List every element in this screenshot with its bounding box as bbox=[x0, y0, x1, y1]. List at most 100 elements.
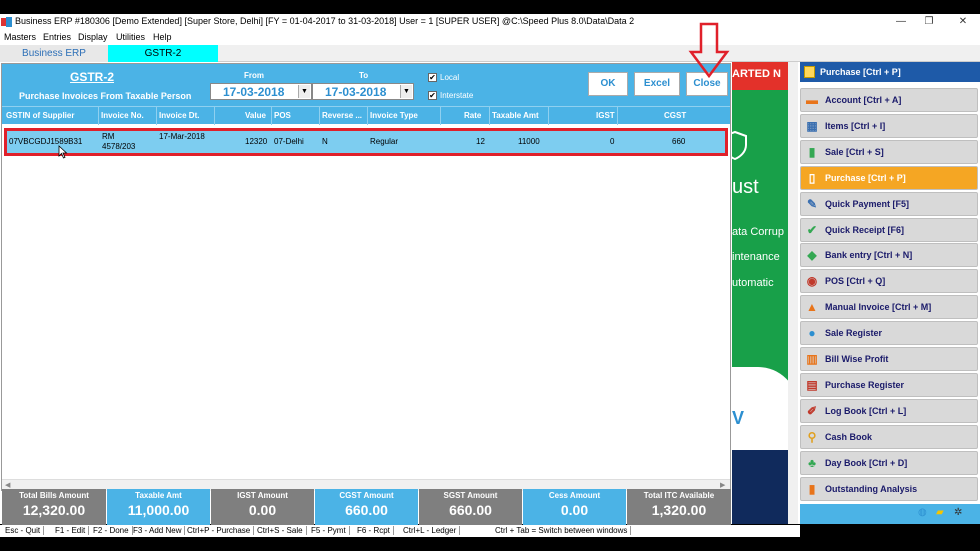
day-book-icon: ♣ bbox=[808, 455, 816, 470]
sidebar-item-account[interactable]: ▬ Account [Ctrl + A] bbox=[800, 88, 978, 112]
total-label: Total ITC Available bbox=[643, 491, 715, 500]
col-pos[interactable]: POS bbox=[274, 111, 318, 120]
sidebar-item-label: Quick Payment [F5] bbox=[825, 198, 910, 209]
col-invoice-type[interactable]: Invoice Type bbox=[370, 111, 440, 120]
col-value[interactable]: Value bbox=[245, 111, 271, 120]
sidebar-item-label: Bank entry [Ctrl + N] bbox=[825, 250, 913, 261]
cell-invoice-no-cont: 4578/203 bbox=[102, 142, 136, 151]
total-value: 12,320.00 bbox=[22, 502, 86, 518]
bank-entry-icon: ◆ bbox=[807, 248, 817, 263]
sidebar-item-log-book[interactable]: ✐ Log Book [Ctrl + L] bbox=[800, 398, 978, 423]
menu-masters[interactable]: Masters bbox=[4, 32, 36, 42]
cell-invoice-type: Regular bbox=[370, 137, 399, 146]
sidebar-item-label: Log Book [Ctrl + L] bbox=[825, 405, 907, 416]
interstate-label: Interstate bbox=[440, 91, 474, 100]
page-subtitle: Purchase Invoices From Taxable Person bbox=[19, 91, 192, 101]
local-checkbox[interactable]: ✔ bbox=[428, 73, 437, 82]
status-ctrl-s: Ctrl+S - Sale bbox=[254, 526, 307, 535]
scroll-right-icon[interactable]: ▶ bbox=[720, 481, 725, 489]
cgst-amount-total: CGST Amount 660.00 bbox=[315, 489, 418, 525]
to-date-picker[interactable]: 17-03-2018 ▼ bbox=[312, 83, 414, 100]
chevron-down-icon[interactable]: ▼ bbox=[298, 85, 310, 98]
sidebar-item-outstanding-analysis[interactable]: ▮ Outstanding Analysis bbox=[800, 476, 978, 501]
sidebar-item-items[interactable]: ▦ Items [Ctrl + I] bbox=[800, 113, 978, 138]
vertical-scrollbar[interactable] bbox=[788, 62, 798, 524]
sidebar-item-quick-payment[interactable]: ✎ Quick Payment [F5] bbox=[800, 191, 978, 216]
total-bills-amount: Total Bills Amount 12,320.00 bbox=[2, 489, 106, 525]
tab-gstr-2[interactable]: GSTR-2 bbox=[108, 45, 218, 62]
promo-line-1: ust bbox=[732, 176, 759, 198]
menu-utilities[interactable]: Utilities bbox=[116, 32, 145, 42]
sidebar-item-sale-register[interactable]: ● Sale Register bbox=[800, 321, 978, 346]
promo-line-2: ata Corrup bbox=[732, 226, 784, 238]
cell-reverse: N bbox=[322, 137, 328, 146]
status-f6: F6 - Rcpt bbox=[354, 526, 394, 535]
globe-icon[interactable]: ◍ bbox=[918, 507, 927, 518]
sidebar-item-purchase[interactable]: ▯ Purchase [Ctrl + P] bbox=[800, 165, 978, 190]
sidebar-item-label: Outstanding Analysis bbox=[825, 483, 918, 494]
items-icon: ▦ bbox=[806, 118, 818, 133]
red-arrow-icon bbox=[688, 22, 730, 79]
column-divider bbox=[617, 107, 618, 125]
tab-business-erp[interactable]: Business ERP bbox=[0, 45, 108, 62]
sidebar-item-label: Purchase [Ctrl + P] bbox=[825, 172, 906, 183]
sidebar-item-purchase-register[interactable]: ▤ Purchase Register bbox=[800, 372, 978, 397]
gstr2-header: GSTR-2 Purchase Invoices From Taxable Pe… bbox=[2, 64, 730, 106]
sidebar-item-label: Quick Receipt [F6] bbox=[825, 224, 905, 235]
sidebar-item-manual-invoice[interactable]: ▲ Manual Invoice [Ctrl + M] bbox=[800, 295, 978, 320]
ok-button[interactable]: OK bbox=[588, 72, 628, 96]
restore-button[interactable]: ❐ bbox=[922, 15, 936, 29]
status-f3: F3 - Add New bbox=[130, 526, 186, 535]
to-date-value: 17-03-2018 bbox=[325, 85, 387, 99]
col-invoice-dt[interactable]: Invoice Dt. bbox=[159, 111, 213, 120]
sidebar-item-quick-receipt[interactable]: ✔ Quick Receipt [F6] bbox=[800, 217, 978, 242]
cash-book-icon: ⚲ bbox=[807, 429, 817, 444]
cell-pos: 07-Delhi bbox=[274, 137, 304, 146]
sidebar-footer: ◍ ▰ ✲ bbox=[800, 504, 980, 524]
menu-display[interactable]: Display bbox=[78, 32, 108, 42]
status-f5: F5 - Pymt bbox=[308, 526, 350, 535]
interstate-checkbox[interactable]: ✔ bbox=[428, 91, 437, 100]
sidebar-item-cash-book[interactable]: ⚲ Cash Book bbox=[800, 424, 978, 449]
column-divider bbox=[156, 107, 157, 125]
col-reverse[interactable]: Reverse ... bbox=[322, 111, 366, 120]
sidebar-item-label: Purchase Register bbox=[825, 379, 905, 390]
gear-icon[interactable]: ✲ bbox=[954, 507, 962, 518]
table-row[interactable]: 07VBCGDJ1589B31 RM 4578/203 17-Mar-2018 … bbox=[4, 128, 728, 156]
chevron-down-icon[interactable]: ▼ bbox=[400, 85, 412, 98]
total-value: 1,320.00 bbox=[651, 502, 707, 518]
cell-value: 12320 bbox=[245, 137, 268, 146]
from-label: From bbox=[244, 71, 264, 80]
folder-icon[interactable]: ▰ bbox=[936, 507, 944, 518]
col-igst[interactable]: IGST bbox=[596, 111, 616, 120]
col-gstin[interactable]: GSTIN of Supplier bbox=[6, 111, 98, 120]
sidebar-item-day-book[interactable]: ♣ Day Book [Ctrl + D] bbox=[800, 450, 978, 475]
sidebar-header: Purchase [Ctrl + P] bbox=[800, 62, 980, 82]
scroll-left-icon[interactable]: ◀ bbox=[5, 481, 10, 489]
cell-invoice-no: RM bbox=[102, 132, 115, 141]
title-bar: Business ERP #180306 [Demo Extended] [Su… bbox=[0, 14, 980, 30]
col-invoice-no[interactable]: Invoice No. bbox=[101, 111, 155, 120]
status-f1: F1 - Edit bbox=[52, 526, 90, 535]
col-taxable-amt[interactable]: Taxable Amt bbox=[492, 111, 548, 120]
page-title: GSTR-2 bbox=[70, 70, 115, 84]
sale-icon: ▮ bbox=[808, 144, 816, 159]
menu-entries[interactable]: Entries bbox=[43, 32, 71, 42]
sidebar-item-sale[interactable]: ▮ Sale [Ctrl + S] bbox=[800, 139, 978, 164]
bill-wise-profit-icon: ▥ bbox=[806, 352, 818, 366]
col-cgst[interactable]: CGST bbox=[664, 111, 688, 120]
sidebar-item-bank-entry[interactable]: ◆ Bank entry [Ctrl + N] bbox=[800, 243, 978, 268]
close-window-button[interactable]: ✕ bbox=[956, 15, 970, 29]
column-divider bbox=[98, 107, 99, 125]
sidebar-item-bill-wise-profit[interactable]: ▥ Bill Wise Profit bbox=[800, 347, 978, 371]
promo-line-4: utomatic bbox=[732, 277, 774, 289]
menu-help[interactable]: Help bbox=[153, 32, 172, 42]
sidebar-item-pos[interactable]: ◉ POS [Ctrl + Q] bbox=[800, 269, 978, 294]
minimize-button[interactable]: — bbox=[894, 15, 908, 29]
from-date-picker[interactable]: 17-03-2018 ▼ bbox=[210, 83, 312, 100]
quick-payment-icon: ✎ bbox=[806, 196, 818, 211]
cell-rate: 12 bbox=[476, 137, 485, 146]
igst-amount-total: IGST Amount 0.00 bbox=[211, 489, 314, 525]
col-rate[interactable]: Rate bbox=[464, 111, 488, 120]
excel-button[interactable]: Excel bbox=[634, 72, 680, 96]
